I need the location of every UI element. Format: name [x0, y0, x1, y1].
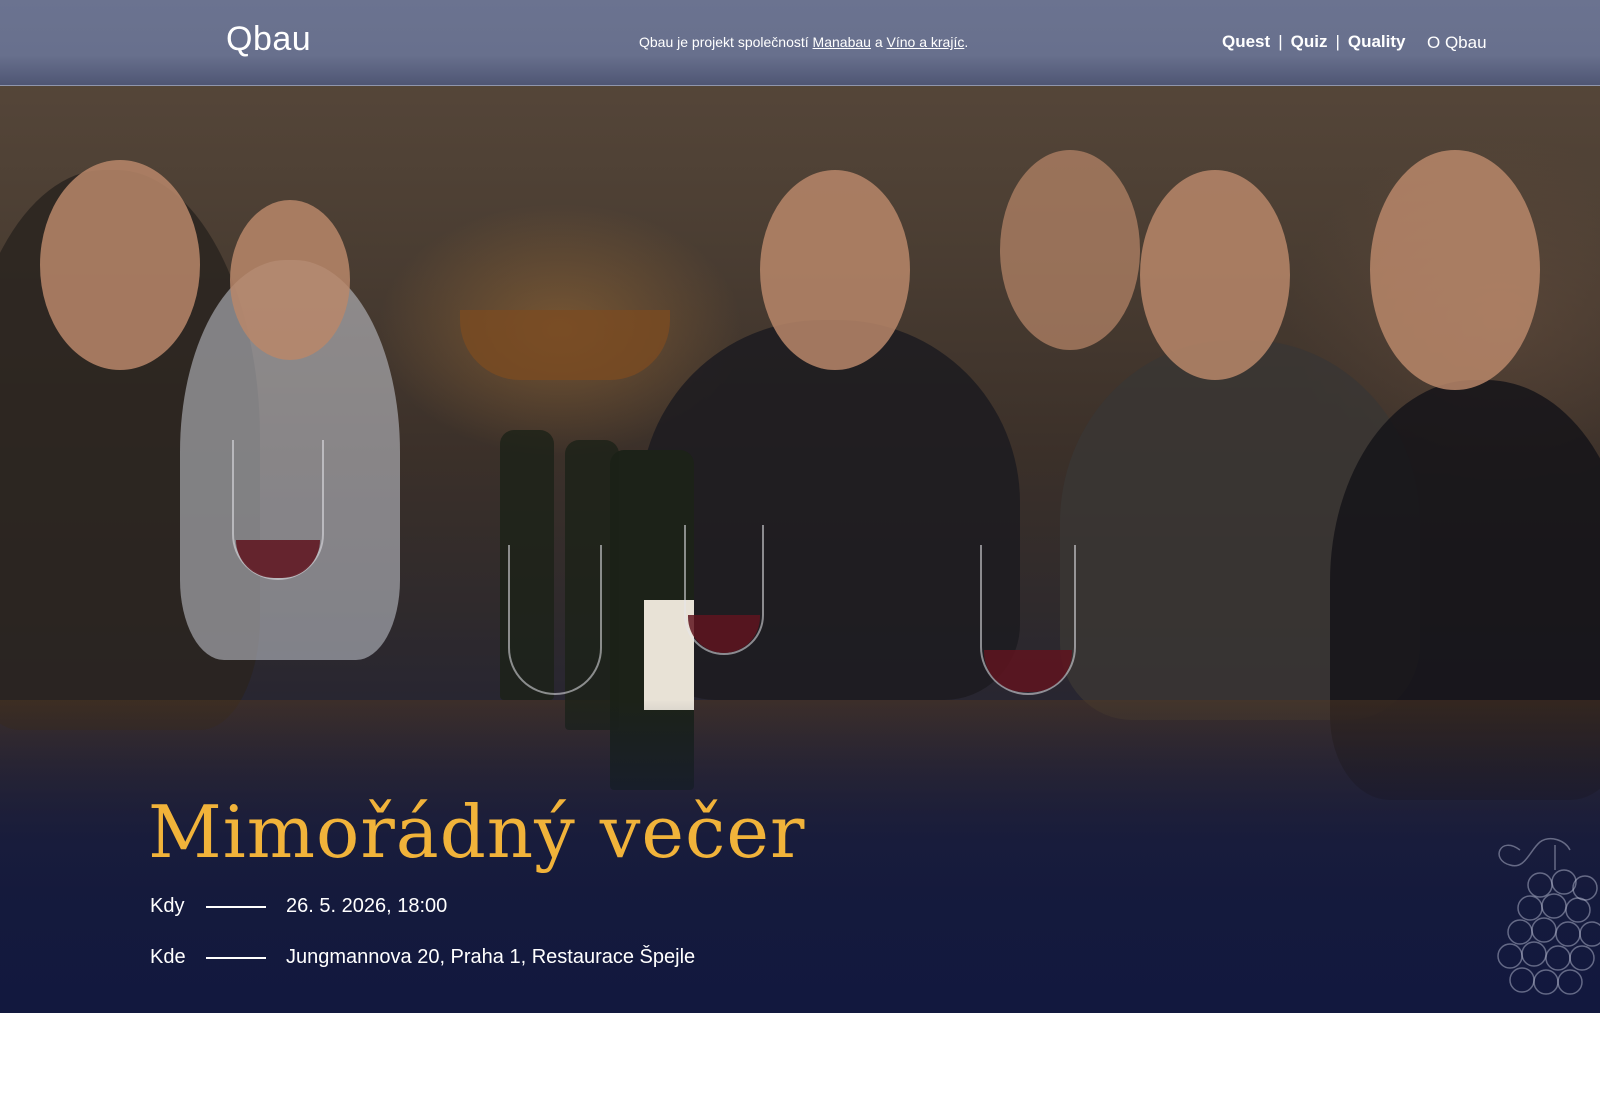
event-when-row: Kdy 26. 5. 2026, 18:00: [150, 895, 447, 918]
site-logo[interactable]: Qbau: [226, 20, 311, 59]
manabau-link[interactable]: Manabau: [813, 34, 871, 50]
main-nav: Quest | Quiz | Quality: [1222, 32, 1406, 52]
tagline-suffix: .: [964, 34, 969, 50]
when-label: Kdy: [150, 895, 185, 917]
nav-quality[interactable]: Quality: [1348, 32, 1406, 52]
tagline-middle: a: [874, 34, 883, 50]
tagline: Qbau je projekt společností Manabau a Ví…: [639, 34, 968, 50]
hero-banner: Mimořádný večer Kdy 26. 5. 2026, 18:00 K…: [0, 0, 1600, 1013]
where-value: Jungmannova 20, Praha 1, Restaurace Špej…: [286, 946, 696, 968]
wine-right: [984, 650, 1072, 692]
when-divider: [206, 905, 266, 908]
guest-2-face: [230, 200, 350, 360]
nav-separator: |: [1335, 32, 1340, 51]
where-label: Kde: [150, 946, 186, 968]
guest-5-face: [1140, 170, 1290, 380]
event-where-row: Kde Jungmannova 20, Praha 1, Restaurace …: [150, 946, 695, 969]
site-header: Qbau Qbau je projekt společností Manabau…: [0, 0, 1600, 86]
guest-4-face: [1000, 150, 1140, 350]
guest-right-face: [1370, 150, 1540, 390]
wine-glass-center: [508, 545, 602, 695]
vino-a-krajic-link[interactable]: Víno a krajíc: [887, 34, 965, 50]
nav-quiz[interactable]: Quiz: [1291, 32, 1328, 52]
nav-quest[interactable]: Quest: [1222, 32, 1270, 52]
wooden-bowl: [460, 310, 670, 380]
where-divider: [206, 956, 266, 959]
when-value: 26. 5. 2026, 18:00: [286, 895, 448, 917]
event-title: Mimořádný večer: [148, 790, 806, 874]
grapes-icon: [1497, 838, 1600, 995]
guest-left-face: [40, 160, 200, 370]
nav-about[interactable]: O Qbau: [1427, 33, 1487, 53]
nav-separator: |: [1278, 32, 1283, 51]
tagline-prefix: Qbau je projekt společností: [639, 34, 809, 50]
guest-3-face: [760, 170, 910, 370]
